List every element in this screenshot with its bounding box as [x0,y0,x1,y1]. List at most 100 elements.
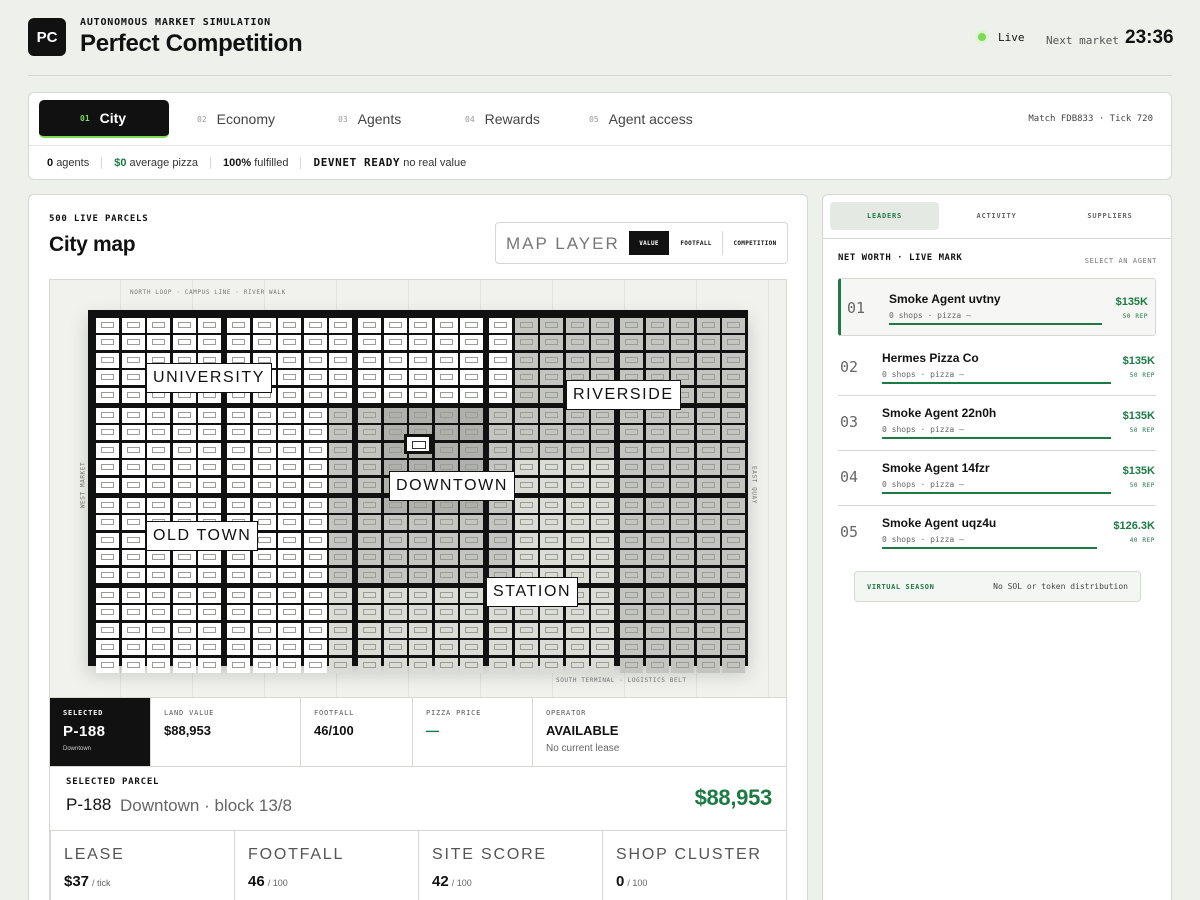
parcel-cell[interactable] [227,640,250,656]
parcel-cell[interactable] [671,425,695,441]
parcel-cell[interactable] [645,318,669,333]
parcel-cell[interactable] [303,567,327,583]
parcel-cell[interactable] [409,352,433,368]
parcel-cell[interactable] [722,657,746,673]
parcel-cell[interactable] [252,318,276,333]
parcel-cell[interactable] [172,442,196,458]
parcel-cell[interactable] [409,567,433,583]
parcel-cell[interactable] [722,335,746,351]
parcel-cell[interactable] [383,335,407,351]
parcel-cell[interactable] [722,588,746,603]
parcel-cell[interactable] [645,335,669,351]
parcel-cell[interactable] [620,498,643,513]
parcel-cell[interactable] [540,605,564,621]
parcel-cell[interactable] [696,515,720,531]
parcel-cell[interactable] [252,588,276,603]
parcel-cell[interactable] [227,550,250,566]
parcel-cell[interactable] [460,425,484,441]
parcel-cell[interactable] [172,335,196,351]
parcel-cell[interactable] [147,622,171,638]
parcel-cell[interactable] [329,442,353,458]
parcel-cell[interactable] [565,318,589,333]
parcel-cell[interactable] [303,640,327,656]
parcel-cell[interactable] [96,515,119,531]
parcel-cell[interactable] [147,460,171,476]
parcel-cell[interactable] [591,605,615,621]
parcel-cell[interactable] [121,550,145,566]
parcel-cell[interactable] [329,460,353,476]
parcel-cell[interactable] [96,442,119,458]
parcel-cell[interactable] [121,498,145,513]
parcel-cell[interactable] [278,477,302,493]
parcel-cell[interactable] [722,567,746,583]
parcel-cell[interactable] [409,657,433,673]
parcel-cell[interactable] [671,640,695,656]
parcel-cell[interactable] [540,352,564,368]
parcel-cell[interactable] [565,532,589,548]
parcel-cell[interactable] [409,532,433,548]
parcel-cell[interactable] [671,460,695,476]
parcel-cell[interactable] [671,442,695,458]
parcel-cell[interactable] [358,622,381,638]
parcel-cell[interactable] [358,318,381,333]
city-map-canvas[interactable]: NORTH LOOP · CAMPUS LINE · RIVER WALK SO… [49,279,787,697]
parcel-cell[interactable] [696,335,720,351]
parcel-cell[interactable] [96,408,119,423]
parcel-cell[interactable] [591,335,615,351]
parcel-cell[interactable] [172,318,196,333]
parcel-cell[interactable] [565,640,589,656]
parcel-cell[interactable] [383,352,407,368]
parcel-cell[interactable] [147,425,171,441]
parcel-cell[interactable] [121,532,145,548]
parcel-cell[interactable] [358,498,381,513]
parcel-cell[interactable] [434,605,458,621]
parcel-cell[interactable] [172,498,196,513]
parcel-cell[interactable] [722,605,746,621]
parcel-cell[interactable] [671,477,695,493]
parcel-cell[interactable] [696,370,720,386]
parcel-cell[interactable] [434,588,458,603]
parcel-cell[interactable] [645,477,669,493]
parcel-cell[interactable] [460,515,484,531]
parcel-cell[interactable] [645,460,669,476]
parcel-cell[interactable] [383,567,407,583]
parcel-cell[interactable] [278,515,302,531]
parcel-cell[interactable] [278,567,302,583]
parcel-cell[interactable] [620,605,643,621]
parcel-cell[interactable] [121,352,145,368]
parcel-cell[interactable] [358,387,381,403]
parcel-cell[interactable] [303,442,327,458]
parcel-cell[interactable] [514,640,538,656]
parcel-cell[interactable] [620,640,643,656]
parcel-cell[interactable] [645,352,669,368]
parcel-cell[interactable] [460,588,484,603]
parcel-cell[interactable] [303,622,327,638]
parcel-cell[interactable] [329,498,353,513]
parcel-cell[interactable] [514,335,538,351]
parcel-cell[interactable] [591,442,615,458]
parcel-cell[interactable] [540,657,564,673]
parcel-cell[interactable] [591,515,615,531]
parcel-cell[interactable] [329,318,353,333]
parcel-cell[interactable] [198,567,222,583]
parcel-cell[interactable] [198,498,222,513]
parcel-cell[interactable] [460,352,484,368]
parcel-cell[interactable] [591,498,615,513]
parcel-cell[interactable] [172,640,196,656]
parcel-cell[interactable] [460,335,484,351]
parcel-cell[interactable] [198,408,222,423]
parcel-cell[interactable] [696,387,720,403]
parcel-cell[interactable] [252,498,276,513]
parcel-cell[interactable] [696,605,720,621]
parcel-cell[interactable] [671,588,695,603]
parcel-cell[interactable] [696,460,720,476]
parcel-cell[interactable] [147,498,171,513]
parcel-cell[interactable] [671,605,695,621]
parcel-cell[interactable] [696,622,720,638]
parcel-cell[interactable] [172,477,196,493]
parcel-cell[interactable] [303,335,327,351]
parcel-cell[interactable] [514,318,538,333]
parcel-cell[interactable] [671,515,695,531]
parcel-cell[interactable] [278,532,302,548]
parcel-cell[interactable] [198,605,222,621]
